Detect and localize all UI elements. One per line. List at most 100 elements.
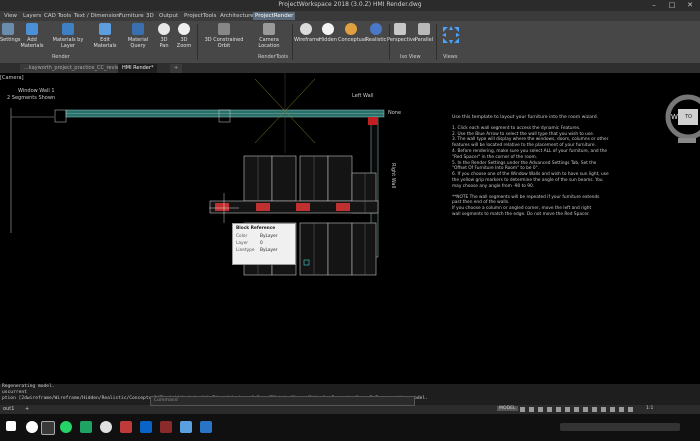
panel-label-rendertools: RenderTools bbox=[258, 54, 289, 60]
wireframe-sphere-icon bbox=[300, 23, 312, 35]
tab-layers[interactable]: Layers bbox=[21, 12, 43, 20]
search-icon[interactable] bbox=[26, 421, 38, 433]
close-button[interactable]: ✕ bbox=[681, 0, 699, 11]
drawing-canvas[interactable]: [Camera] Window Wall 1 2 Segments Shown … bbox=[0, 73, 700, 384]
conceptual-sphere-icon bbox=[345, 23, 357, 35]
perspective-cube-icon bbox=[394, 23, 406, 35]
materials-layer-icon bbox=[62, 23, 74, 35]
status-toggles[interactable] bbox=[520, 407, 640, 412]
windows-start-icon[interactable] bbox=[6, 421, 16, 431]
task-view-icon[interactable] bbox=[41, 421, 55, 435]
autocad-icon[interactable] bbox=[120, 421, 132, 433]
tab-text-dimension[interactable]: Text / Dimension bbox=[72, 12, 122, 20]
panel-label-views: Views bbox=[443, 54, 458, 60]
panel-label-iso-view: Iso View bbox=[400, 54, 421, 60]
whatsapp-icon[interactable] bbox=[60, 421, 72, 433]
materials-icon bbox=[26, 23, 38, 35]
parallel-cube-icon bbox=[418, 23, 430, 35]
annotation-scale[interactable]: 1:1 bbox=[646, 406, 653, 411]
doc-tab-kayworth[interactable]: ...kayworth_project_practice_CC_revised* bbox=[20, 64, 132, 73]
wireframe-button[interactable]: Wireframe bbox=[294, 23, 320, 49]
ribbon: Settings Add Materials Materials by Laye… bbox=[0, 21, 700, 63]
materials-by-layer-button[interactable]: Materials by Layer bbox=[48, 23, 88, 49]
notes-title: Use this template to layout your furnitu… bbox=[452, 115, 599, 120]
add-layout-button[interactable]: + bbox=[22, 405, 32, 414]
edit-materials-icon bbox=[99, 23, 111, 35]
tab-3d[interactable]: 3D bbox=[144, 12, 156, 20]
ribbon-separator bbox=[436, 24, 437, 60]
conceptual-button[interactable]: Conceptual bbox=[338, 23, 366, 49]
tab-output[interactable]: Output bbox=[157, 12, 180, 20]
edit-materials-button[interactable]: Edit Materials bbox=[89, 23, 121, 49]
settings-icon bbox=[2, 23, 14, 35]
perspective-button[interactable]: Perspective bbox=[387, 23, 416, 49]
tab-view[interactable]: View bbox=[2, 12, 19, 20]
tab-furniture[interactable]: Furniture bbox=[117, 12, 146, 20]
add-materials-button[interactable]: Add Materials bbox=[18, 23, 46, 49]
tooltip-row: Linetype ByLayer bbox=[236, 248, 278, 253]
3d-constrained-orbit-button[interactable]: 3D Constrained Orbit bbox=[200, 23, 248, 49]
command-history-line: uscurrent bbox=[2, 390, 27, 395]
camera-icon bbox=[263, 23, 275, 35]
block-reference-tooltip: Block Reference Color ByLayer Layer 0 Line… bbox=[232, 223, 296, 265]
viewcube-top-label: TO bbox=[685, 114, 692, 120]
orbit-icon bbox=[218, 23, 230, 35]
instructions-notes: Use this template to layout your furnitu… bbox=[452, 115, 667, 218]
notes-line: wall segments to match the edge. Do not … bbox=[452, 211, 590, 217]
doc-tab-hmi-render[interactable]: HMI Render* bbox=[118, 64, 158, 73]
ribbon-separator bbox=[292, 24, 293, 60]
outlook-icon[interactable] bbox=[140, 421, 152, 433]
new-tab-button[interactable]: + bbox=[170, 64, 183, 73]
realistic-sphere-icon bbox=[370, 23, 382, 35]
command-history-line: Regenerating model. bbox=[2, 384, 55, 389]
photoshop-icon[interactable] bbox=[200, 421, 212, 433]
layout-status-bar: out1 + Command MODEL 1:1 bbox=[0, 396, 700, 414]
hidden-sphere-icon bbox=[322, 23, 334, 35]
ribbon-tab-bar: View Layers CAD Tools Text / Dimension F… bbox=[0, 11, 700, 21]
none-label: None bbox=[388, 110, 402, 116]
hidden-button[interactable]: Hidden bbox=[319, 23, 337, 49]
windows-taskbar bbox=[0, 414, 700, 441]
window-wall-label: Window Wall 1 bbox=[18, 88, 55, 94]
tab-architecture[interactable]: Architecture bbox=[218, 12, 256, 20]
app-icon[interactable] bbox=[160, 421, 172, 433]
tab-cad-tools[interactable]: CAD Tools bbox=[42, 12, 73, 20]
3d-pan-button[interactable]: 3D Pan bbox=[156, 23, 172, 49]
window-title: ProjectWorkspace 2018 (3.0.Z) HMI Render… bbox=[278, 1, 422, 8]
tab-projecttools[interactable]: ProjectTools bbox=[182, 12, 218, 20]
command-input[interactable]: Command bbox=[150, 396, 415, 406]
tooltip-row: Layer 0 bbox=[236, 241, 263, 246]
realistic-button[interactable]: Realistic bbox=[365, 23, 387, 49]
viewcube-ring-icon bbox=[665, 94, 700, 143]
ribbon-separator bbox=[197, 24, 198, 60]
tooltip-title: Block Reference bbox=[236, 226, 276, 231]
title-bar: ProjectWorkspace 2018 (3.0.Z) HMI Render… bbox=[0, 0, 700, 11]
segments-label: 2 Segments Shown bbox=[7, 95, 56, 101]
camera-location-button[interactable]: Camera Location bbox=[249, 23, 289, 49]
right-wall-label: Right Wall bbox=[390, 163, 396, 189]
app-icon[interactable] bbox=[180, 421, 192, 433]
tab-projectrender[interactable]: ProjectRender bbox=[253, 12, 296, 20]
chrome-icon[interactable] bbox=[100, 421, 112, 433]
pan-hand-icon bbox=[158, 23, 170, 35]
settings-button[interactable]: Settings bbox=[0, 23, 21, 49]
material-query-icon bbox=[132, 23, 144, 35]
material-query-button[interactable]: Material Query bbox=[122, 23, 154, 49]
view-arrows-icon[interactable] bbox=[440, 24, 462, 46]
maximize-button[interactable]: □ bbox=[663, 0, 681, 11]
model-space-button[interactable]: MODEL bbox=[497, 406, 518, 411]
system-tray[interactable] bbox=[560, 423, 680, 431]
compass-west-label: W bbox=[671, 113, 678, 121]
tooltip-row: Color ByLayer bbox=[236, 234, 278, 239]
panel-label-render: Render bbox=[52, 54, 70, 60]
app-icon[interactable] bbox=[80, 421, 92, 433]
viewcube[interactable]: W TO bbox=[664, 87, 700, 145]
document-tab-bar: ...kayworth_project_practice_CC_revised*… bbox=[0, 63, 700, 73]
left-wall-label: Left Wall bbox=[352, 93, 374, 99]
layout-tab[interactable]: out1 bbox=[0, 405, 17, 414]
zoom-icon bbox=[178, 23, 190, 35]
parallel-button[interactable]: Parallel bbox=[414, 23, 434, 49]
3d-zoom-button[interactable]: 3D Zoom bbox=[174, 23, 194, 49]
minimize-button[interactable]: – bbox=[645, 0, 663, 11]
status-toggle-icons bbox=[520, 407, 633, 412]
